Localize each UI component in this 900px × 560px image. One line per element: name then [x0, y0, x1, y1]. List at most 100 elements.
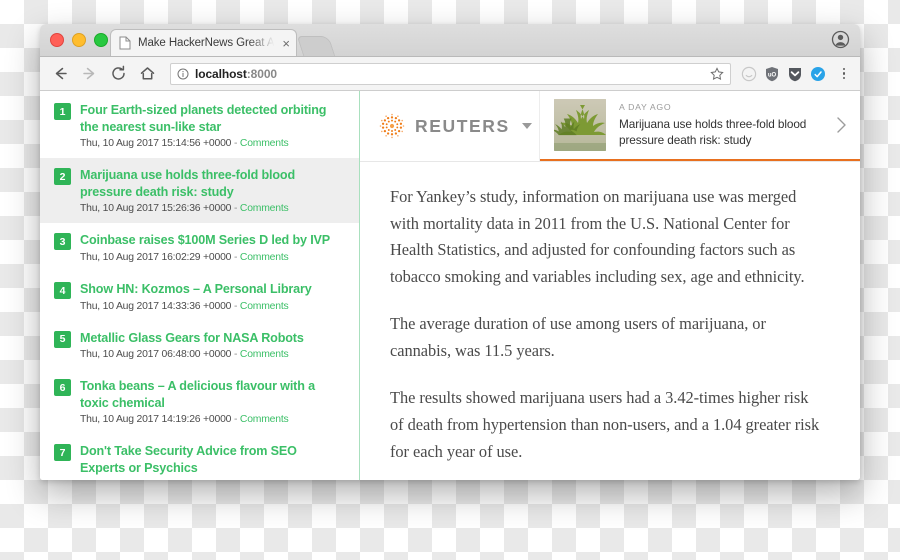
browser-toolbar: localhost:8000 uO: [40, 57, 860, 91]
minimize-window-button[interactable]: [72, 33, 86, 47]
meta-separator: -: [233, 252, 238, 264]
story-body: Don't Take Security Advice from SEO Expe…: [80, 443, 345, 480]
reuters-wordmark: REUTERS: [415, 115, 510, 136]
story-date: Thu, 10 Aug 2017 06:48:00 +0000: [80, 349, 232, 361]
reload-button[interactable]: [106, 62, 130, 86]
story-title-link[interactable]: Metallic Glass Gears for NASA Robots: [80, 330, 345, 347]
story-item[interactable]: 6 Tonka beans – A delicious flavour with…: [40, 369, 359, 434]
tab-strip: Make HackerNews Great Again ×: [40, 24, 860, 57]
story-date: Thu, 10 Aug 2017 14:33:36 +0000: [80, 300, 232, 312]
publisher-header: REUTERS A DAY AGO Marijuana use holds th…: [360, 91, 860, 162]
pocket-extension-icon[interactable]: [787, 66, 803, 82]
story-rank-badge: 6: [54, 379, 71, 397]
page-viewport: 1 Four Earth-sized planets detected orbi…: [40, 91, 860, 480]
story-body: Coinbase raises $100M Series D led by IV…: [80, 232, 345, 263]
story-item-selected[interactable]: 2 Marijuana use holds three-fold blood p…: [40, 158, 359, 224]
story-meta: Thu, 10 Aug 2017 15:14:56 +0000 - Commen…: [80, 138, 345, 149]
story-rank-badge: 4: [54, 282, 71, 300]
story-body: Show HN: Kozmos – A Personal Library Thu…: [80, 281, 345, 312]
hackernews-story-list[interactable]: 1 Four Earth-sized planets detected orbi…: [40, 91, 360, 480]
story-comments-link[interactable]: Comments: [240, 252, 289, 263]
window-controls: [50, 33, 108, 47]
story-meta: Thu, 10 Aug 2017 16:02:29 +0000 - Commen…: [80, 252, 345, 263]
next-story-chevron-icon[interactable]: [830, 116, 852, 134]
browser-tab[interactable]: Make HackerNews Great Again ×: [110, 29, 297, 56]
document-icon: [119, 36, 131, 50]
article-paragraph: For Yankey’s study, information on marij…: [390, 187, 805, 286]
story-rank-badge: 7: [54, 444, 71, 462]
extension-icons: uO: [735, 66, 852, 82]
profile-avatar-icon[interactable]: [831, 30, 850, 49]
reuters-logo-icon: [378, 112, 406, 140]
article-paragraph: The average duration of use among users …: [390, 314, 766, 360]
article-preview-card[interactable]: A DAY AGO Marijuana use holds three-fold…: [540, 91, 860, 161]
bookmark-star-icon[interactable]: [710, 66, 724, 81]
story-item[interactable]: 4 Show HN: Kozmos – A Personal Library T…: [40, 272, 359, 321]
story-meta: Thu, 10 Aug 2017 14:33:36 +0000 - Commen…: [80, 301, 345, 312]
story-body: Four Earth-sized planets detected orbiti…: [80, 102, 345, 149]
story-meta: Thu, 10 Aug 2017 06:48:00 +0000 - Commen…: [80, 349, 345, 360]
story-date: Thu, 10 Aug 2017 16:02:29 +0000: [80, 252, 232, 264]
svg-text:uO: uO: [768, 72, 777, 78]
reuters-brand[interactable]: REUTERS: [360, 91, 540, 161]
story-comments-link[interactable]: Comments: [240, 203, 289, 214]
story-comments-link[interactable]: Comments: [240, 138, 289, 149]
tab-title: Make HackerNews Great Again: [138, 37, 281, 49]
story-title-link[interactable]: Don't Take Security Advice from SEO Expe…: [80, 443, 345, 476]
story-date: Thu, 10 Aug 2017 15:26:36 +0000: [80, 203, 232, 215]
story-title-link[interactable]: Marijuana use holds three-fold blood pre…: [80, 167, 345, 200]
story-body: Marijuana use holds three-fold blood pre…: [80, 167, 345, 214]
address-bar-url: localhost:8000: [195, 67, 277, 81]
circle-extension-icon[interactable]: [741, 66, 757, 82]
story-meta: Thu, 10 Aug 2017 15:26:36 +0000 - Commen…: [80, 203, 345, 214]
story-meta: Thu, 10 Aug 2017 14:19:26 +0000 - Commen…: [80, 414, 345, 425]
forward-button[interactable]: [77, 62, 101, 86]
close-tab-button[interactable]: ×: [280, 37, 290, 50]
article-thumbnail: [554, 99, 606, 151]
article-preview-headline: Marijuana use holds three-fold blood pre…: [619, 116, 807, 147]
story-comments-link[interactable]: Comments: [240, 414, 289, 425]
meta-separator: -: [233, 138, 238, 150]
shield-extension-icon[interactable]: uO: [764, 66, 780, 82]
article-paragraph: The results showed marijuana users had a…: [390, 388, 820, 461]
back-button[interactable]: [48, 62, 72, 86]
story-date: Thu, 10 Aug 2017 14:19:26 +0000: [80, 414, 232, 426]
story-item[interactable]: 3 Coinbase raises $100M Series D led by …: [40, 223, 359, 272]
article-pane: REUTERS A DAY AGO Marijuana use holds th…: [360, 91, 860, 480]
address-bar[interactable]: localhost:8000: [170, 62, 731, 85]
url-host: localhost: [195, 66, 247, 81]
story-date: Thu, 10 Aug 2017 15:14:56 +0000: [80, 138, 232, 150]
story-title-link[interactable]: Show HN: Kozmos – A Personal Library: [80, 281, 345, 298]
new-tab-button[interactable]: [296, 36, 336, 56]
meta-separator: -: [233, 414, 238, 426]
browser-menu-button[interactable]: [836, 67, 852, 80]
blue-check-extension-icon[interactable]: [810, 66, 826, 82]
article-body: For Yankey’s study, information on marij…: [360, 162, 860, 480]
browser-window: Make HackerNews Great Again × localhost:…: [40, 24, 860, 480]
story-title-link[interactable]: Tonka beans – A delicious flavour with a…: [80, 378, 345, 411]
story-item[interactable]: 7 Don't Take Security Advice from SEO Ex…: [40, 434, 359, 480]
story-item[interactable]: 1 Four Earth-sized planets detected orbi…: [40, 93, 359, 158]
url-port: :8000: [246, 66, 277, 81]
story-rank-badge: 5: [54, 330, 71, 348]
article-preview-text: A DAY AGO Marijuana use holds three-fold…: [619, 102, 830, 149]
story-rank-badge: 2: [54, 168, 71, 186]
story-title-link[interactable]: Four Earth-sized planets detected orbiti…: [80, 102, 345, 135]
story-item[interactable]: 5 Metallic Glass Gears for NASA Robots T…: [40, 321, 359, 370]
story-body: Tonka beans – A delicious flavour with a…: [80, 378, 345, 425]
story-rank-badge: 1: [54, 103, 71, 120]
meta-separator: -: [233, 203, 238, 215]
site-info-icon[interactable]: [177, 68, 189, 80]
meta-separator: -: [233, 300, 238, 312]
story-title-link[interactable]: Coinbase raises $100M Series D led by IV…: [80, 232, 345, 249]
home-button[interactable]: [135, 62, 159, 86]
maximize-window-button[interactable]: [94, 33, 108, 47]
meta-separator: -: [233, 349, 238, 361]
chevron-down-icon[interactable]: [521, 123, 532, 129]
story-body: Metallic Glass Gears for NASA Robots Thu…: [80, 330, 345, 361]
story-comments-link[interactable]: Comments: [240, 349, 289, 360]
article-age-label: A DAY AGO: [619, 101, 672, 112]
close-window-button[interactable]: [50, 33, 64, 47]
story-rank-badge: 3: [54, 233, 71, 251]
story-comments-link[interactable]: Comments: [240, 301, 289, 312]
